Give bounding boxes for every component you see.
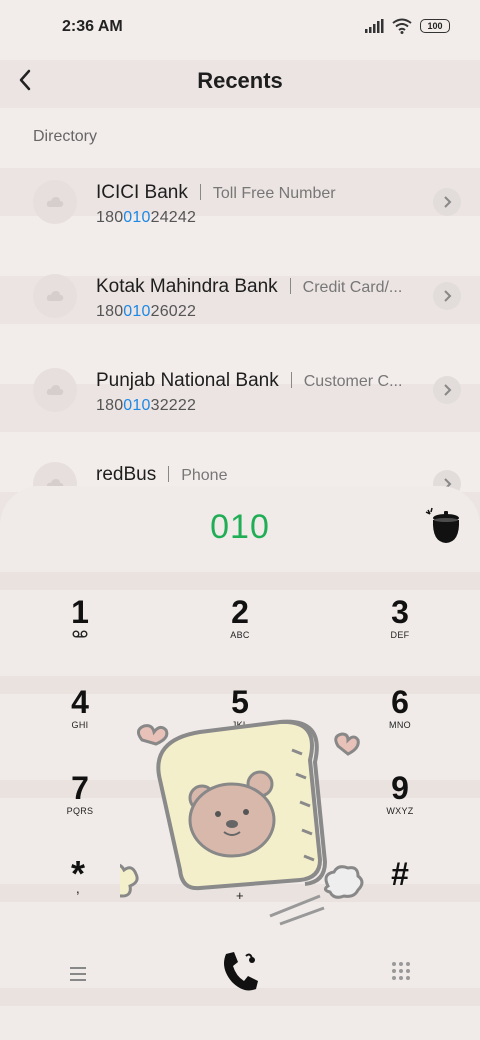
- key-8[interactable]: 8 TUV: [190, 772, 290, 832]
- key-7[interactable]: 7 PQRS: [30, 772, 130, 832]
- cloud-icon: [46, 197, 64, 207]
- signal-icon: [365, 19, 384, 33]
- key-0[interactable]: 0 +: [190, 858, 290, 918]
- divider: [168, 466, 170, 482]
- contact-name-line: redBus Phone: [96, 464, 227, 486]
- key-letters: PQRS: [66, 806, 94, 816]
- key-digit: 1: [71, 594, 89, 630]
- number-match: 010: [123, 397, 151, 414]
- key-letters: +: [236, 888, 244, 903]
- key-digit: 0: [231, 856, 249, 892]
- key-1[interactable]: 1: [30, 596, 130, 656]
- menu-button[interactable]: [66, 964, 90, 984]
- key-star[interactable]: * ,: [28, 856, 128, 918]
- divider: [289, 278, 291, 294]
- key-hash[interactable]: #: [350, 858, 450, 918]
- contact-name-line: ICICI Bank Toll Free Number: [96, 182, 336, 204]
- dialed-number[interactable]: 010: [0, 508, 480, 547]
- keypad-icon: [392, 962, 410, 980]
- cloud-icon: [46, 385, 64, 395]
- key-digit: 8: [231, 770, 249, 806]
- contact-name-line: Kotak Mahindra Bank Credit Card/...: [96, 276, 402, 298]
- contact-name-line: Punjab National Bank Customer C...: [96, 370, 402, 392]
- key-3[interactable]: 3 DEF: [350, 596, 450, 656]
- number-suffix: 32222: [150, 397, 197, 414]
- delete-button[interactable]: [420, 504, 464, 548]
- contact-name: ICICI Bank: [96, 182, 188, 203]
- header: Recents: [0, 56, 480, 108]
- contact-description: Phone: [181, 467, 228, 484]
- key-4[interactable]: 4 GHI: [30, 686, 130, 746]
- voicemail-icon: [72, 630, 88, 638]
- key-digit: 3: [391, 594, 409, 630]
- list-item[interactable]: Punjab National Bank Customer C... 180010…: [0, 348, 480, 442]
- divider: [199, 184, 201, 200]
- status-icons: 100: [364, 18, 450, 34]
- chevron-right-icon: [444, 384, 452, 396]
- contact-number: 18001032222: [96, 397, 196, 415]
- page-title: Recents: [197, 68, 283, 93]
- menu-icon: [70, 967, 86, 981]
- contact-description: Toll Free Number: [212, 185, 336, 202]
- key-letters: ABC: [230, 630, 250, 640]
- avatar: [33, 180, 77, 224]
- avatar: [33, 274, 77, 318]
- dialer-bottom-bar: [0, 920, 480, 1040]
- key-6[interactable]: 6 MNO: [350, 686, 450, 746]
- wifi-icon: [392, 18, 412, 34]
- status-bar: 2:36 AM 100: [0, 0, 480, 56]
- contact-number: 18001024242: [96, 209, 196, 227]
- key-letters: WXYZ: [386, 806, 414, 816]
- dial-pad-sheet: 010 1 2 ABC 3 DEF 4 GHI 5 JKL 6 MNO 7 PQ…: [0, 486, 480, 1040]
- key-letters: GHI: [71, 720, 89, 730]
- phone-icon: [224, 952, 258, 991]
- keypad-toggle-button[interactable]: [390, 960, 412, 982]
- cloud-icon: [46, 291, 64, 301]
- number-prefix: 180: [96, 397, 124, 414]
- number-prefix: 180: [96, 303, 124, 320]
- key-letters: DEF: [390, 630, 410, 640]
- key-letters: ,: [75, 880, 81, 896]
- details-button[interactable]: [433, 376, 461, 404]
- chevron-right-icon: [444, 196, 452, 208]
- list-item[interactable]: ICICI Bank Toll Free Number 18001024242: [0, 160, 480, 254]
- key-digit: 7: [71, 770, 89, 806]
- number-prefix: 180: [96, 209, 124, 226]
- key-letters: TUV: [230, 806, 250, 816]
- key-9[interactable]: 9 WXYZ: [350, 772, 450, 832]
- chevron-right-icon: [444, 290, 452, 302]
- details-button[interactable]: [433, 282, 461, 310]
- contact-description: Credit Card/...: [302, 279, 403, 296]
- contact-number: 18001026022: [96, 303, 196, 321]
- list-item[interactable]: Kotak Mahindra Bank Credit Card/... 18001…: [0, 254, 480, 348]
- number-match: 010: [123, 303, 151, 320]
- contact-description: Customer C...: [303, 373, 403, 390]
- number-suffix: 26022: [150, 303, 197, 320]
- key-5[interactable]: 5 JKL: [190, 686, 290, 746]
- key-digit: 5: [231, 684, 249, 720]
- key-digit: 2: [231, 594, 249, 630]
- delete-pot-icon: [425, 507, 460, 543]
- battery-indicator: 100: [420, 19, 450, 33]
- call-button[interactable]: [214, 946, 266, 998]
- section-label: Directory: [33, 128, 98, 145]
- status-time: 2:36 AM: [62, 18, 123, 35]
- key-digit: #: [391, 856, 409, 892]
- number-match: 010: [123, 209, 151, 226]
- key-letters: JKL: [231, 720, 249, 730]
- key-2[interactable]: 2 ABC: [190, 596, 290, 656]
- key-digit: 4: [71, 684, 89, 720]
- key-digit: 6: [391, 684, 409, 720]
- key-digit: 9: [391, 770, 409, 806]
- contact-name: redBus: [96, 464, 157, 485]
- divider: [290, 372, 292, 388]
- details-button[interactable]: [433, 188, 461, 216]
- key-letters: MNO: [389, 720, 411, 730]
- avatar: [33, 368, 77, 412]
- directory-list: ICICI Bank Toll Free Number 18001024242 K…: [0, 160, 480, 536]
- contact-name: Punjab National Bank: [96, 370, 279, 391]
- number-suffix: 24242: [150, 209, 197, 226]
- contact-name: Kotak Mahindra Bank: [96, 276, 278, 297]
